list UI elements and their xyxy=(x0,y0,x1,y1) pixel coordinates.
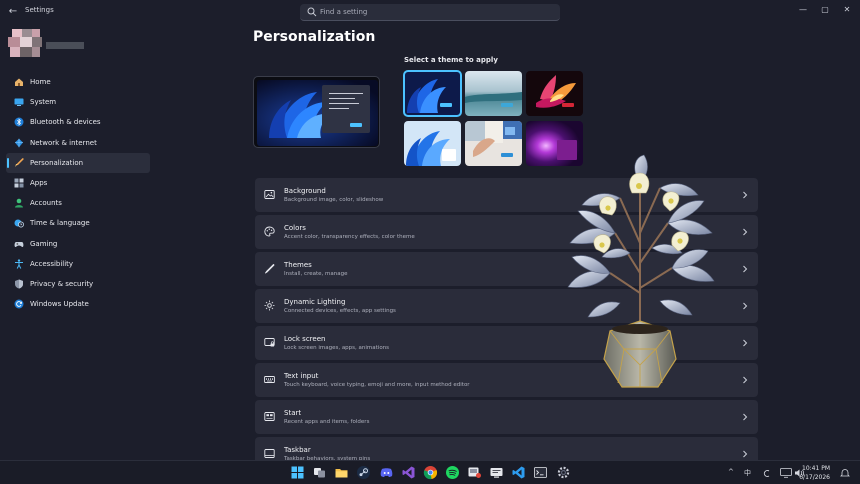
notification-bell-icon[interactable] xyxy=(840,468,850,478)
title-bar: ← Settings — ▢ ✕ xyxy=(0,0,860,24)
shield-icon xyxy=(15,279,23,289)
avatar[interactable] xyxy=(8,29,42,57)
accessibility-icon xyxy=(15,259,23,269)
clock-date: 6/17/2026 xyxy=(799,474,830,481)
sidebar-item-accounts[interactable]: Accounts xyxy=(6,193,150,213)
start-icon xyxy=(264,412,275,421)
chevron-right-icon xyxy=(743,228,748,236)
clock-globe-icon xyxy=(14,219,24,228)
preview-window xyxy=(322,85,370,133)
sparkle-icon xyxy=(264,300,275,311)
user-name-blurred xyxy=(46,42,84,49)
page-title: Personalization xyxy=(253,29,376,45)
spotify-icon[interactable] xyxy=(445,465,460,480)
chevron-right-icon xyxy=(743,191,748,199)
close-button[interactable]: ✕ xyxy=(838,3,856,17)
ime-indicator[interactable]: 中 xyxy=(744,468,751,478)
chrome-icon[interactable] xyxy=(423,465,438,480)
sidebar-item-network[interactable]: Network & internet xyxy=(6,133,150,153)
remote-desktop-icon[interactable] xyxy=(489,465,504,480)
apps-icon xyxy=(14,178,24,188)
search-box[interactable] xyxy=(300,4,560,21)
steam-icon[interactable] xyxy=(356,465,371,480)
sidebar-item-apps[interactable]: Apps xyxy=(6,173,150,193)
minimize-button[interactable]: — xyxy=(794,3,812,17)
sidebar-item-gaming[interactable]: Gaming xyxy=(6,234,150,254)
tray-overflow-caret[interactable]: ^ xyxy=(728,468,734,476)
search-input[interactable] xyxy=(320,6,550,18)
windows-start-icon[interactable] xyxy=(290,465,305,480)
theme-heading: Select a theme to apply xyxy=(404,56,498,64)
palette-icon xyxy=(264,226,275,237)
chevron-right-icon xyxy=(743,339,748,347)
theme-thumb-windows-light-bloom[interactable] xyxy=(403,70,462,117)
sidebar-item-personalization[interactable]: Personalization xyxy=(6,152,150,173)
sidebar-item-windows-update[interactable]: Windows Update xyxy=(6,294,150,314)
monitor-icon xyxy=(14,98,24,107)
task-view-icon[interactable] xyxy=(312,465,327,480)
sidebar-item-accessibility[interactable]: Accessibility xyxy=(6,254,150,274)
settings-gear-icon[interactable] xyxy=(556,465,571,480)
theme-thumb-flow[interactable] xyxy=(526,71,583,116)
back-button[interactable]: ← xyxy=(6,5,20,19)
bluetooth-icon xyxy=(14,117,24,127)
person-icon xyxy=(15,198,23,208)
theme-preview xyxy=(253,76,380,148)
chevron-right-icon xyxy=(743,450,748,458)
search-icon xyxy=(307,7,317,17)
settings-window: ← Settings — ▢ ✕ Home Syst xyxy=(0,0,860,471)
chevron-right-icon xyxy=(743,302,748,310)
keyboard-icon xyxy=(264,376,275,383)
vscode-icon[interactable] xyxy=(511,465,526,480)
sidebar-item-privacy[interactable]: Privacy & security xyxy=(6,274,150,294)
pen-icon xyxy=(265,264,275,274)
theme-thumb-windows-light[interactable] xyxy=(404,121,461,166)
maximize-button[interactable]: ▢ xyxy=(816,3,834,17)
home-icon xyxy=(15,78,23,87)
file-explorer-icon[interactable] xyxy=(334,465,349,480)
taskbar-clock[interactable]: 10:41 PM 6/17/2026 xyxy=(799,464,830,482)
sidebar-item-time-language[interactable]: Time & language xyxy=(6,213,150,233)
chevron-right-icon xyxy=(743,265,748,273)
sidebar-item-bluetooth[interactable]: Bluetooth & devices xyxy=(6,112,150,132)
taskbar-icon xyxy=(264,449,275,458)
terminal-icon[interactable] xyxy=(533,465,548,480)
taskbar: ^ 中 10:41 PM 6/17/2026 xyxy=(0,460,860,484)
sidebar-item-system[interactable]: System xyxy=(6,92,150,112)
lock-screen-icon xyxy=(264,338,275,347)
chevron-right-icon xyxy=(743,413,748,421)
theme-thumb-glow[interactable] xyxy=(465,71,522,116)
discord-icon[interactable] xyxy=(379,465,394,480)
image-icon xyxy=(264,190,275,199)
sidebar-item-home[interactable]: Home xyxy=(6,72,150,92)
app-title: Settings xyxy=(25,6,54,14)
theme-thumb-captured-motion[interactable] xyxy=(465,121,522,166)
sidebar: Home System Bluetooth & devices Network … xyxy=(6,72,150,314)
display-icon[interactable] xyxy=(780,468,792,478)
theme-grid xyxy=(403,70,584,168)
visual-studio-icon[interactable] xyxy=(401,465,416,480)
media-app-icon[interactable] xyxy=(467,465,482,480)
card-start[interactable]: Start Recent apps and items, folders xyxy=(255,400,758,434)
update-icon xyxy=(14,299,24,309)
potted-plant-decoration xyxy=(567,154,715,388)
gamepad-icon xyxy=(14,241,24,247)
clock-time: 10:41 PM xyxy=(802,465,830,472)
brush-icon xyxy=(15,158,24,167)
network-icon xyxy=(15,138,23,147)
chevron-right-icon xyxy=(743,376,748,384)
ime-mode-icon[interactable] xyxy=(762,469,771,478)
